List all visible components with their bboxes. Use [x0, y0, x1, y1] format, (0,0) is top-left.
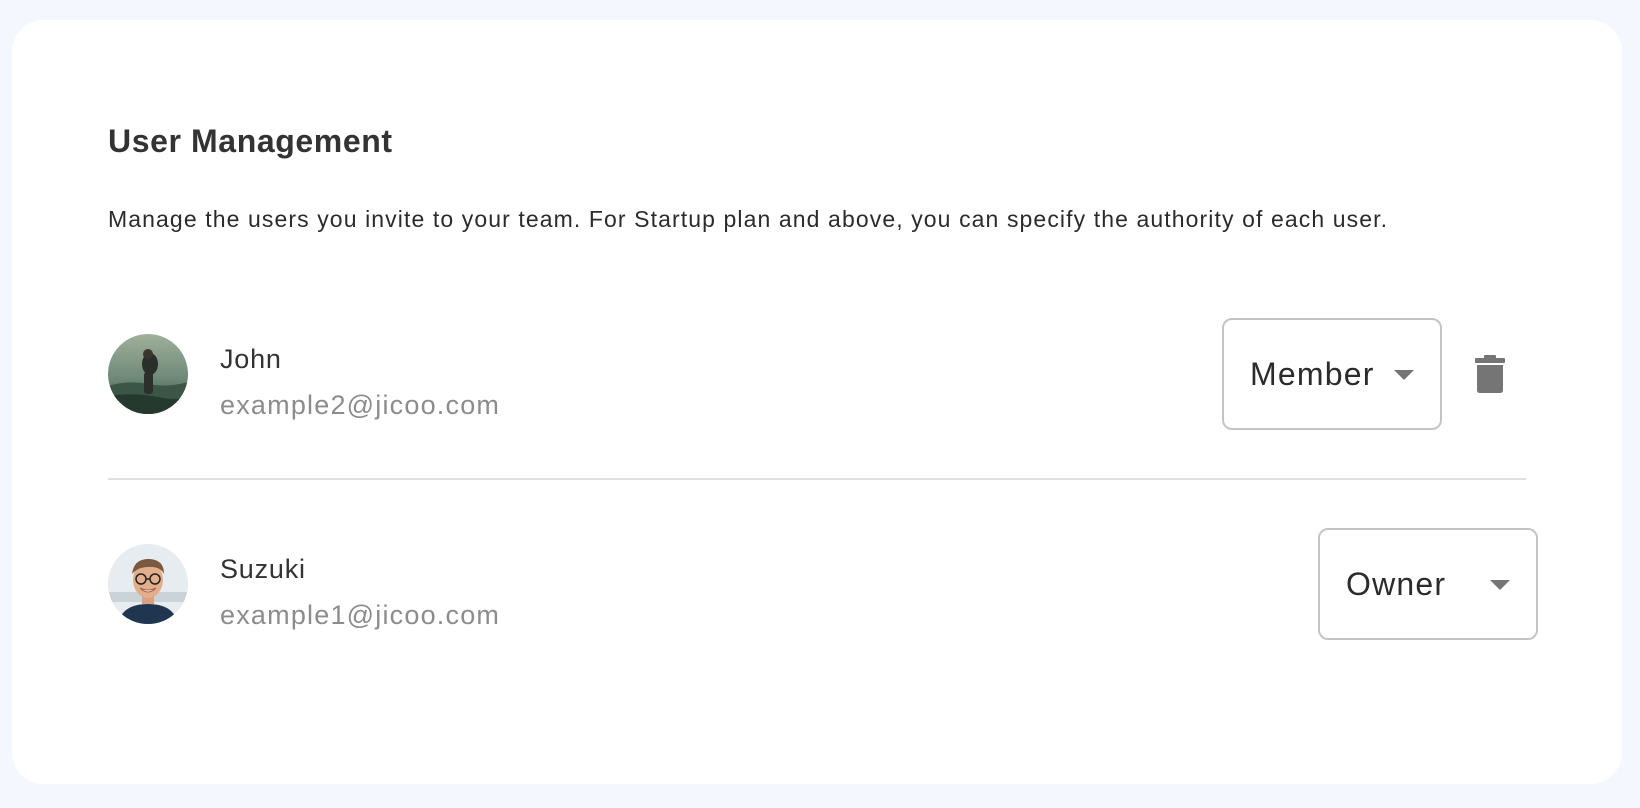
- trash-icon: [1475, 355, 1505, 393]
- caret-down-icon: [1394, 370, 1414, 380]
- role-select[interactable]: Owner: [1318, 528, 1538, 640]
- user-photo-smiling-man-icon: [108, 544, 188, 624]
- caret-down-icon: [1490, 580, 1510, 590]
- section-description: Manage the users you invite to your team…: [108, 206, 1389, 232]
- avatar: [108, 544, 188, 624]
- user-name: Suzuki: [220, 554, 306, 584]
- role-select[interactable]: Member: [1222, 318, 1442, 430]
- user-row: John example2@jicoo.com Member: [108, 318, 1526, 430]
- role-select-value: Owner: [1346, 566, 1447, 602]
- user-name: John: [220, 344, 282, 374]
- user-row: Suzuki example1@jicoo.com Owner: [108, 528, 1538, 640]
- user-email: example1@jicoo.com: [220, 600, 501, 630]
- user-email: example2@jicoo.com: [220, 390, 501, 420]
- section-title: User Management: [108, 123, 393, 159]
- user-management-card: User Management Manage the users you inv…: [12, 20, 1622, 784]
- delete-user-button[interactable]: [1466, 350, 1514, 398]
- role-select-value: Member: [1250, 356, 1375, 392]
- avatar: [108, 334, 188, 414]
- row-divider: [108, 478, 1526, 480]
- user-photo-hiker-icon: [108, 334, 188, 414]
